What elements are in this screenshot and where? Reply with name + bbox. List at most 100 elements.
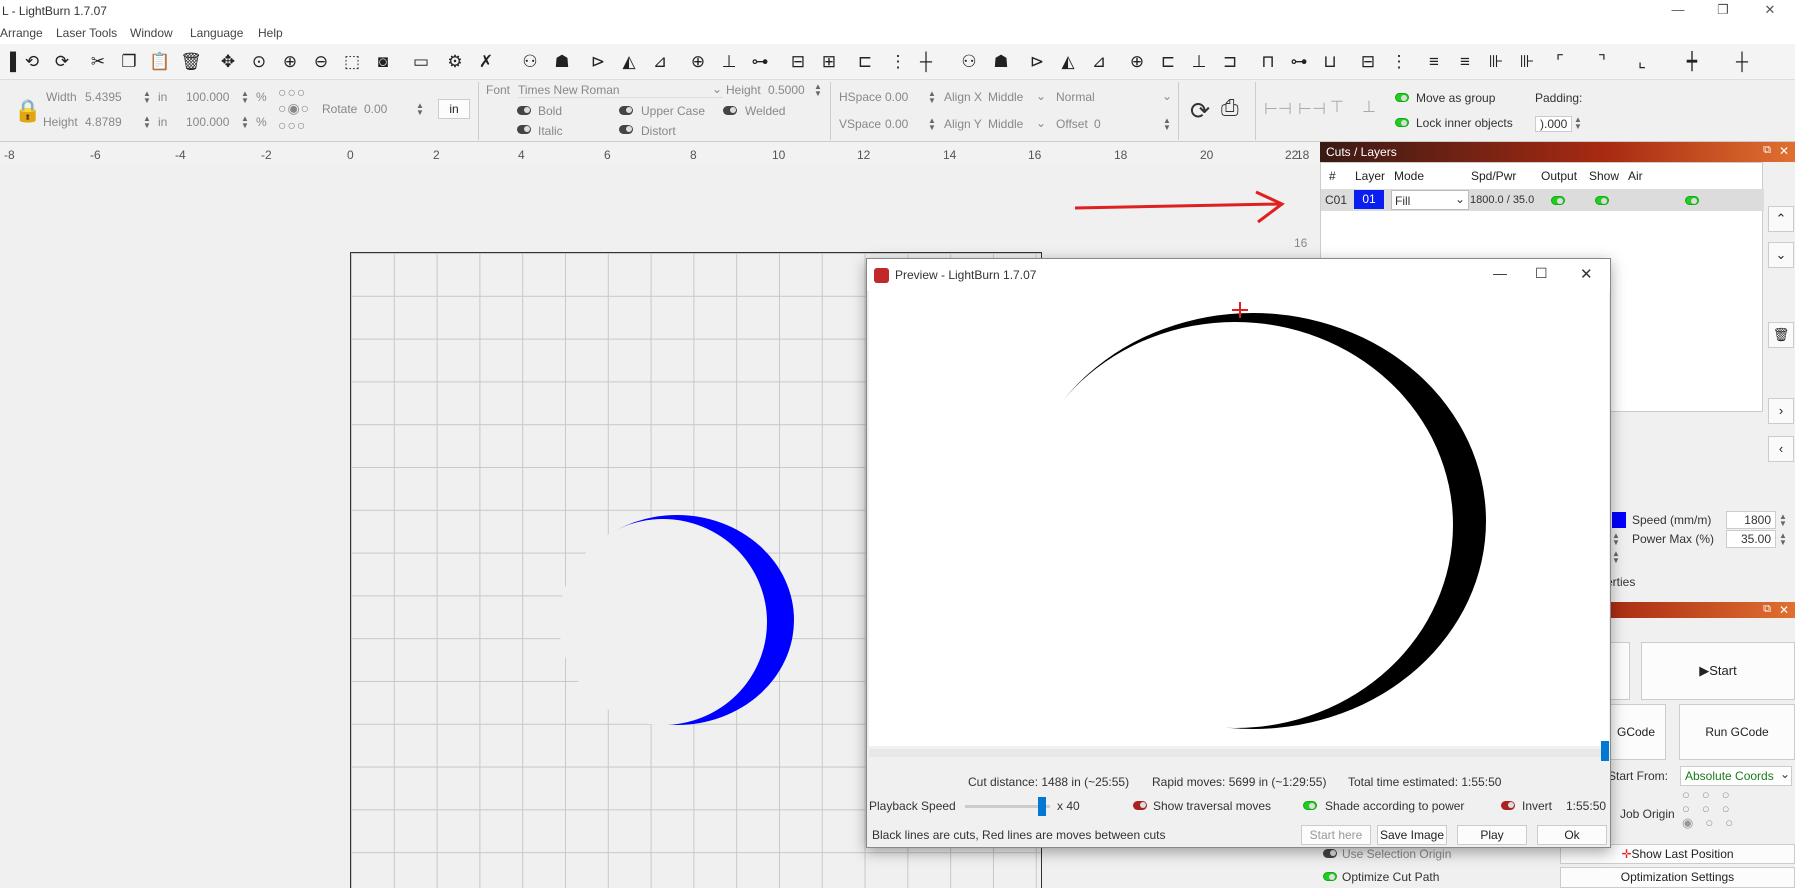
target-icon[interactable]: ⊕ — [686, 50, 710, 74]
lock-icon[interactable]: 🔒 — [14, 98, 41, 124]
distribute-h2-icon[interactable]: ⊟ — [1356, 50, 1380, 74]
size-v-icon[interactable]: ⊪ — [1515, 50, 1539, 74]
align-hcenter2-icon[interactable]: ⊥ — [1187, 50, 1211, 74]
size-h-icon[interactable]: ⊪ — [1484, 50, 1508, 74]
preview-canvas[interactable] — [869, 291, 1609, 746]
use-selection-origin-toggle[interactable] — [1323, 849, 1337, 858]
zoom-out-icon[interactable]: ⊖ — [309, 50, 333, 74]
zoom-selection-icon[interactable]: ⊙ — [247, 50, 271, 74]
height-spinner[interactable]: ▲ ▼ — [143, 115, 151, 130]
rotate-input[interactable]: 0.00 — [364, 102, 387, 116]
play-button[interactable]: Play — [1457, 825, 1527, 845]
power-min-spinner[interactable]: ▲ ▼ — [1612, 550, 1620, 565]
corner-tr-icon[interactable]: ⌝ — [1590, 50, 1614, 74]
move-as-group-toggle[interactable] — [1395, 93, 1409, 102]
preview-timeline-scrollbar[interactable] — [869, 741, 1609, 761]
close-panel-icon[interactable]: ✕ — [1779, 144, 1789, 158]
text-height-spinner[interactable]: ▲ ▼ — [814, 83, 822, 98]
text-height-input[interactable]: 0.5000 — [768, 83, 805, 97]
move-h-icon[interactable]: ┿ — [1680, 50, 1704, 74]
power-spinner[interactable]: ▲ ▼ — [1779, 532, 1787, 547]
width-spinner[interactable]: ▲ ▼ — [143, 90, 151, 105]
align-left2-icon[interactable]: ⊏ — [1156, 50, 1180, 74]
scale-height-spinner[interactable]: ▲ ▼ — [241, 115, 249, 130]
preview-close-button[interactable]: ✕ — [1580, 265, 1593, 283]
move-layer-up-button[interactable]: ⌃ — [1768, 206, 1794, 232]
mirror-line2-icon[interactable]: ⊿ — [1087, 50, 1111, 74]
dock-bottom-icon[interactable]: ⊥ — [1362, 97, 1376, 117]
menu-help[interactable]: Help — [258, 26, 283, 40]
menu-window[interactable]: Window — [130, 26, 173, 40]
padding-input[interactable]: ).000 — [1535, 116, 1573, 132]
align-bottom2-icon[interactable]: ⊔ — [1318, 50, 1342, 74]
cut-icon[interactable]: ✂ — [86, 50, 110, 74]
job-origin-radio-grid[interactable]: ○○○ ○○○ ◉○○ — [1682, 788, 1745, 830]
rotate-spinner[interactable]: ▲ ▼ — [416, 102, 424, 117]
undo-icon[interactable]: ⟲ — [20, 50, 44, 74]
power-spinner-left[interactable]: ▲ ▼ — [1612, 532, 1620, 547]
tools-icon[interactable]: ✗ — [474, 50, 498, 74]
laser-print-icon[interactable]: ⎙ — [1221, 95, 1239, 121]
copy-icon[interactable]: ❐ — [117, 50, 141, 74]
show-toggle[interactable] — [1595, 196, 1609, 205]
blue-crescent-shape[interactable] — [560, 514, 800, 744]
move-layer-down-button[interactable]: ⌄ — [1768, 242, 1794, 268]
welded-toggle[interactable] — [723, 106, 737, 115]
shade-power-toggle[interactable] — [1303, 801, 1317, 810]
align-right-icon[interactable]: ⋮ — [886, 50, 910, 74]
close-button[interactable]: ✕ — [1755, 2, 1785, 20]
align-center-icon[interactable]: ⊟ — [786, 50, 810, 74]
target2-icon[interactable]: ⊕ — [1125, 50, 1149, 74]
start-from-select[interactable]: Absolute Coords — [1680, 766, 1792, 786]
space-h-icon[interactable]: ≡ — [1422, 50, 1446, 74]
redo-icon[interactable]: ⟳ — [50, 50, 74, 74]
optimization-settings-button[interactable]: Optimization Settings — [1560, 867, 1795, 888]
align-x-select[interactable]: Middle — [988, 90, 1023, 104]
menu-language[interactable]: Language — [190, 26, 243, 40]
minimize-button[interactable]: — — [1663, 2, 1693, 20]
optimize-cut-path-toggle[interactable] — [1323, 872, 1337, 881]
mode-dropdown-icon[interactable]: ⌄ — [1455, 192, 1465, 206]
delete-layer-button[interactable]: 🗑 — [1768, 322, 1794, 348]
invert-toggle[interactable] — [1501, 801, 1515, 810]
width-input[interactable]: 5.4395 — [85, 90, 122, 104]
group2-icon[interactable]: ⚇ — [957, 50, 981, 74]
align-left-icon[interactable]: ⊞ — [817, 50, 841, 74]
move-v-icon[interactable]: ┼ — [1730, 50, 1754, 74]
camera-icon[interactable]: ◙ — [371, 50, 395, 74]
scale-height-input[interactable]: 100.000 — [186, 115, 229, 129]
scale-width-input[interactable]: 100.000 — [186, 90, 229, 104]
move-icon[interactable]: ✥ — [216, 50, 240, 74]
dock-top-icon[interactable]: ⊤ — [1330, 97, 1344, 117]
mirror-v-icon[interactable]: ◭ — [617, 50, 641, 74]
expand-left-button[interactable]: ‹ — [1768, 436, 1794, 462]
bold-toggle[interactable] — [517, 106, 531, 115]
save-gcode-button[interactable]: GCode — [1606, 704, 1666, 760]
output-toggle[interactable] — [1551, 196, 1565, 205]
save-image-button[interactable]: Save Image — [1377, 825, 1447, 845]
align-x-dropdown-icon[interactable]: ⌄ — [1036, 89, 1046, 103]
playback-speed-slider[interactable] — [965, 797, 1050, 816]
distort-toggle[interactable] — [619, 125, 633, 134]
offset-input[interactable]: 0 — [1094, 117, 1101, 131]
dock-left-icon[interactable]: ⊢⊣ — [1264, 99, 1292, 119]
timeline-handle[interactable] — [1601, 741, 1609, 761]
delete-icon[interactable]: 🗑 — [179, 50, 203, 74]
speed-spinner[interactable]: ▲ ▼ — [1779, 513, 1787, 528]
align-top-icon[interactable]: ┼ — [914, 50, 938, 74]
float-laser-panel-icon[interactable]: ⧉ — [1763, 603, 1771, 616]
start-from-dropdown-icon[interactable]: ⌄ — [1780, 767, 1790, 781]
align-icon[interactable]: ⊥ — [717, 50, 741, 74]
mirror-line-icon[interactable]: ⊿ — [648, 50, 672, 74]
expand-right-button[interactable]: › — [1768, 398, 1794, 424]
ok-button[interactable]: Ok — [1537, 825, 1607, 845]
air-toggle[interactable] — [1685, 196, 1699, 205]
menu-laser-tools[interactable]: Laser Tools — [56, 26, 117, 40]
mirror-h-icon[interactable]: ⊳ — [586, 50, 610, 74]
upper-case-toggle[interactable] — [619, 106, 633, 115]
text-mode-dropdown-icon[interactable]: ⌄ — [1162, 89, 1172, 103]
align-top2-icon[interactable]: ⊓ — [1256, 50, 1280, 74]
settings-icon[interactable]: ⚙ — [443, 50, 467, 74]
speed-input[interactable]: 1800 — [1726, 511, 1776, 529]
space-v-icon[interactable]: ≡ — [1453, 50, 1477, 74]
